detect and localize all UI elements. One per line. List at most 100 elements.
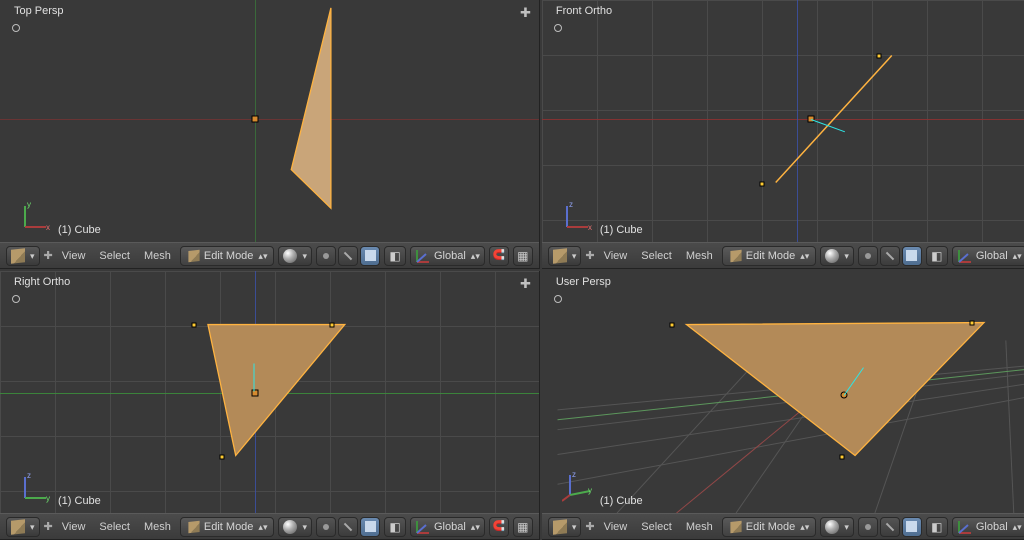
svg-text:z: z — [569, 200, 573, 209]
editor-type-menu[interactable]: ▾ — [6, 517, 40, 537]
expand-toolbar-icon[interactable]: ✚ — [520, 5, 531, 21]
object-origin — [252, 116, 259, 123]
view-title: Top Persp — [14, 5, 64, 17]
mode-selector[interactable]: Edit Mode ▴▾ — [180, 517, 275, 537]
expand-toolbar-icon[interactable]: ✚ — [520, 276, 531, 292]
shading-menu[interactable]: ▾ — [278, 246, 312, 266]
shading-menu[interactable]: ▾ — [278, 517, 312, 537]
orientation-label: Global — [434, 250, 466, 262]
limit-selection-toggle[interactable]: ◧ — [926, 517, 948, 537]
vertex — [330, 323, 335, 328]
edge-select-mode[interactable] — [880, 517, 900, 537]
orientation-label: Global — [976, 521, 1008, 533]
panel-top-persp: Top Persp ✚ (1) Cube y x ▾ ✚ View Select… — [0, 0, 540, 269]
face-select-mode[interactable] — [902, 246, 922, 266]
svg-text:z: z — [27, 471, 31, 480]
menu-select[interactable]: Select — [636, 521, 677, 533]
viewport-header: ▾ ✚ View Select Mesh Edit Mode ▴▾ ▾ ◧ Gl… — [542, 513, 1024, 539]
mode-selector[interactable]: Edit Mode ▴▾ — [722, 246, 817, 266]
transform-orientation[interactable]: Global ▴▾ — [410, 517, 485, 537]
cube-icon — [11, 248, 25, 263]
editor-type-menu[interactable]: ▾ — [548, 246, 582, 266]
vertex-select-mode[interactable] — [858, 517, 878, 537]
menu-mesh[interactable]: Mesh — [139, 250, 176, 262]
select-mode-group — [316, 517, 380, 537]
cube-icon — [11, 519, 25, 534]
menu-view[interactable]: View — [57, 250, 91, 262]
active-object-label: (1) Cube — [58, 495, 101, 507]
viewport-top[interactable]: Top Persp ✚ (1) Cube y x — [0, 0, 539, 242]
expand-menus-icon[interactable]: ✚ — [44, 520, 53, 533]
axes-icon — [415, 519, 431, 535]
face-normal — [811, 119, 845, 132]
transform-orientation[interactable]: Global ▴▾ — [410, 246, 485, 266]
vertex — [669, 323, 674, 328]
editor-type-menu[interactable]: ▾ — [548, 517, 582, 537]
menu-select[interactable]: Select — [94, 250, 135, 262]
transform-orientation[interactable]: Global ▴▾ — [952, 517, 1024, 537]
editor-type-menu[interactable]: ▾ — [6, 246, 40, 266]
edge-select-mode[interactable] — [338, 246, 358, 266]
transform-orientation[interactable]: Global ▴▾ — [952, 246, 1024, 266]
select-mode-group — [858, 517, 922, 537]
mode-label: Edit Mode — [204, 250, 254, 262]
vertex-select-mode[interactable] — [858, 246, 878, 266]
sphere-icon — [283, 249, 297, 263]
shading-menu[interactable]: ▾ — [820, 517, 854, 537]
viewport-indicator-icon — [12, 295, 20, 303]
face-select-mode[interactable] — [902, 517, 922, 537]
orientation-label: Global — [976, 250, 1008, 262]
limit-selection-toggle[interactable]: ◧ — [926, 246, 948, 266]
axes-icon — [957, 519, 973, 535]
expand-menus-icon[interactable]: ✚ — [44, 249, 53, 262]
vertex-select-mode[interactable] — [316, 517, 336, 537]
expand-menus-icon[interactable]: ✚ — [585, 249, 594, 262]
shading-menu[interactable]: ▾ — [820, 246, 854, 266]
menu-mesh[interactable]: Mesh — [139, 521, 176, 533]
mesh-face — [0, 0, 539, 242]
active-object-label: (1) Cube — [600, 224, 643, 236]
limit-selection-toggle[interactable]: ◧ — [384, 246, 406, 266]
snap-element-menu[interactable]: ▦ — [513, 517, 533, 537]
menu-select[interactable]: Select — [94, 521, 135, 533]
vertex — [969, 321, 974, 326]
mesh-face — [0, 271, 539, 513]
vertex — [839, 455, 844, 460]
grid-floor — [542, 271, 1024, 513]
mode-selector[interactable]: Edit Mode ▴▾ — [180, 246, 275, 266]
snap-toggle[interactable] — [489, 246, 509, 266]
viewport-right[interactable]: Right Ortho ✚ (1) Cube z y — [0, 271, 539, 513]
menu-view[interactable]: View — [599, 250, 633, 262]
axis-gizmo: z y — [562, 469, 596, 503]
axis-gizmo: z y — [20, 469, 54, 503]
snap-element-menu[interactable]: ▦ — [513, 246, 533, 266]
svg-text:x: x — [46, 223, 50, 232]
orientation-label: Global — [434, 521, 466, 533]
snap-toggle[interactable] — [489, 517, 509, 537]
axis-gizmo: z x — [562, 198, 596, 232]
menu-view[interactable]: View — [57, 521, 91, 533]
viewport-front[interactable]: Front Ortho ✚ (1) Cube z x — [542, 0, 1024, 242]
menu-mesh[interactable]: Mesh — [681, 250, 718, 262]
svg-text:x: x — [588, 223, 592, 232]
menu-view[interactable]: View — [599, 521, 633, 533]
expand-menus-icon[interactable]: ✚ — [585, 520, 594, 533]
viewport-user[interactable]: User Persp ✚ (1) Cube z y — [542, 271, 1024, 513]
face-select-mode[interactable] — [360, 517, 380, 537]
axis-gizmo: y x — [20, 198, 54, 232]
edge-select-mode[interactable] — [338, 517, 358, 537]
edge-select-mode[interactable] — [880, 246, 900, 266]
view-title: User Persp — [556, 276, 611, 288]
menu-select[interactable]: Select — [636, 250, 677, 262]
limit-selection-toggle[interactable]: ◧ — [384, 517, 406, 537]
mode-label: Edit Mode — [746, 250, 796, 262]
svg-text:y: y — [46, 494, 50, 503]
mesh-edge — [542, 0, 1024, 242]
face-select-mode[interactable] — [360, 246, 380, 266]
vertex — [876, 54, 881, 59]
menu-mesh[interactable]: Mesh — [681, 521, 718, 533]
vertex-select-mode[interactable] — [316, 246, 336, 266]
sphere-icon — [825, 520, 839, 534]
mode-selector[interactable]: Edit Mode ▴▾ — [722, 517, 817, 537]
viewport-header: ▾ ✚ View Select Mesh Edit Mode ▴▾ ▾ ◧ Gl… — [542, 242, 1024, 268]
